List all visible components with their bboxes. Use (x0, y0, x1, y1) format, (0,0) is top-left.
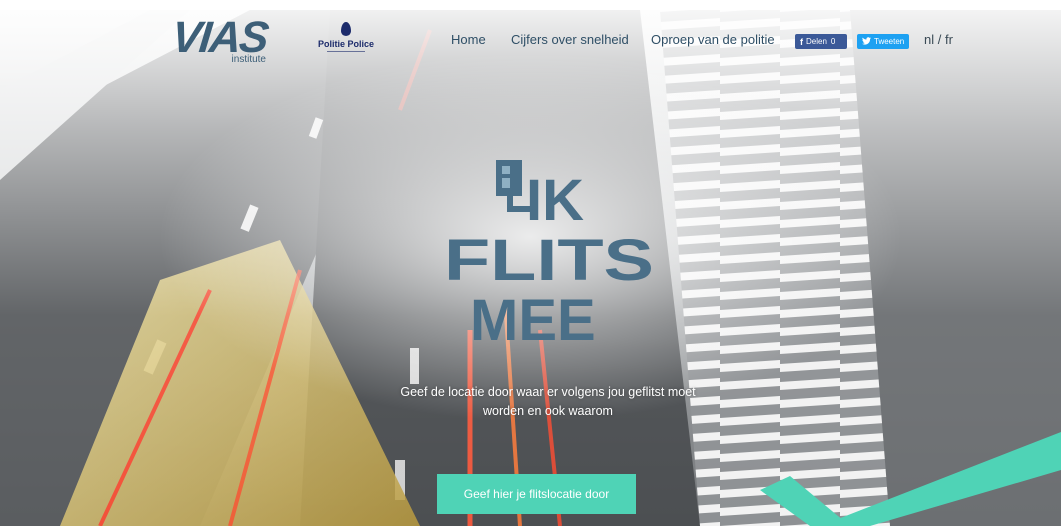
vias-logo[interactable]: VIAS institute (169, 13, 270, 66)
hero-tagline: Geef de locatie door waar er volgens jou… (400, 385, 696, 418)
nav-cijfers-over-snelheid[interactable]: Cijfers over snelheid (511, 32, 629, 47)
vias-logo-text: VIAS (169, 13, 270, 62)
title-line-2: FLITS (444, 228, 654, 293)
hero-title-graphic: IK FLITS MEE (444, 160, 654, 350)
police-flame-icon (341, 22, 351, 36)
submit-location-button[interactable]: Geef hier je flitslocatie door (437, 474, 636, 514)
lang-nl[interactable]: nl (924, 32, 934, 47)
police-logo-underline (327, 51, 365, 52)
twitter-tweet-button[interactable]: Tweeten (857, 34, 909, 49)
vias-logo-subtitle: institute (231, 54, 266, 65)
title-line-3: MEE (470, 288, 596, 350)
language-switcher: nl / fr (924, 32, 953, 47)
police-logo[interactable]: Politie Police (316, 22, 376, 62)
facebook-share-button[interactable]: f Delen 0 (795, 34, 847, 49)
twitter-icon (862, 36, 871, 47)
facebook-share-label: Delen (806, 37, 827, 46)
lang-fr[interactable]: fr (945, 32, 953, 47)
facebook-icon: f (800, 36, 803, 47)
lang-separator: / (934, 32, 945, 47)
top-strip (0, 0, 1061, 10)
police-logo-text: Politie Police (317, 39, 375, 49)
nav-home[interactable]: Home (451, 32, 486, 47)
title-line-1: IK (526, 168, 584, 233)
hero-section: VIAS institute Politie Police Home Cijfe… (0, 0, 1061, 526)
nav-oproep-van-de-politie[interactable]: Oproep van de politie (651, 32, 775, 47)
facebook-share-count: 0 (830, 37, 836, 46)
twitter-tweet-label: Tweeten (874, 37, 905, 46)
hero-title-logo: IK FLITS MEE (440, 150, 660, 350)
